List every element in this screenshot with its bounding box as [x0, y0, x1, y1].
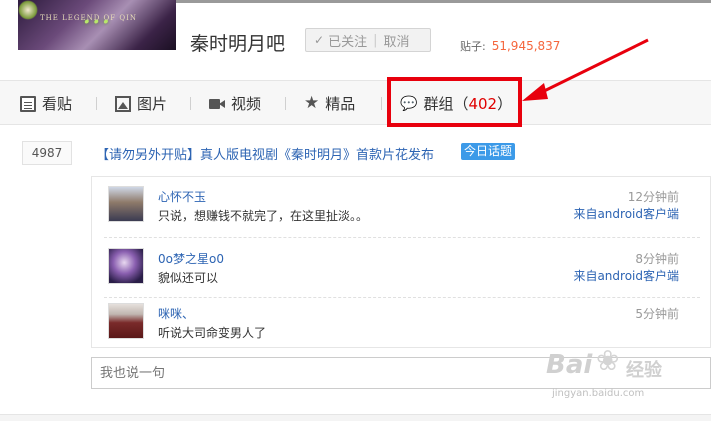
avatar[interactable] — [108, 186, 144, 222]
comment-time: 5分钟前 — [635, 307, 679, 321]
comment-time: 8分钟前 — [635, 252, 679, 266]
tab-featured[interactable]: ★ 精品 — [304, 93, 355, 114]
comment-text: 听说大司命变男人了 — [158, 326, 267, 340]
tab-featured-label: 精品 — [325, 95, 356, 113]
comment-source-link[interactable]: 来自android客户端 — [573, 267, 679, 284]
baidu-jingyan-watermark: Bai ❀ 经验 jingyan.baidu.com — [546, 344, 686, 410]
watermark-logo-tail: 经验 — [626, 360, 662, 381]
comment-username[interactable]: 咪咪、 — [158, 305, 194, 322]
banner-logo-subtitle: THE LEGEND OF QIN — [40, 14, 137, 22]
comment-username[interactable]: 0o梦之星o0 — [158, 250, 224, 267]
thread-title-link[interactable]: 【请勿另外开贴】真人版电视剧《秦时明月》首款片花发布 — [96, 144, 434, 163]
check-icon: ✓ — [314, 33, 325, 47]
forum-banner-image: ... THE LEGEND OF QIN — [18, 0, 176, 50]
tab-images-label: 图片 — [137, 95, 168, 113]
comment-username[interactable]: 心怀不玉 — [158, 188, 206, 205]
flower-decoration — [18, 0, 38, 20]
comment-source-link[interactable]: 来自android客户端 — [573, 205, 679, 222]
tab-videos-label: 视频 — [231, 95, 262, 113]
annotation-highlight-box — [387, 77, 522, 127]
comment-text: 貌似还可以 — [158, 271, 219, 285]
thread-row: 4987 【请勿另外开贴】真人版电视剧《秦时明月》首款片花发布 今日话题 — [0, 138, 711, 168]
nav-divider — [381, 97, 382, 110]
follow-toggle-button[interactable]: ✓ 已关注 | 取消 — [305, 28, 431, 52]
document-icon — [20, 95, 36, 112]
today-topic-badge: 今日话题 — [461, 143, 516, 160]
nav-divider — [190, 97, 191, 110]
comment-time: 12分钟前 — [627, 190, 679, 204]
annotation-arrow — [522, 38, 649, 101]
comment-item: 0o梦之星o0 貌似还可以 8分钟前 来自android客户端 — [92, 239, 711, 297]
avatar[interactable] — [108, 303, 144, 339]
tab-posts[interactable]: 看贴 — [20, 93, 72, 114]
tab-videos[interactable]: 视频 — [209, 93, 261, 114]
star-icon: ★ — [304, 93, 320, 113]
follow-separator: | — [373, 32, 378, 48]
tab-posts-label: 看贴 — [42, 95, 73, 113]
comments-panel: 心怀不玉 只说，想赚钱不就完了，在这里扯淡。。 12分钟前 来自android客… — [91, 176, 711, 348]
image-icon — [115, 95, 131, 112]
nav-divider — [96, 97, 97, 110]
tab-images[interactable]: 图片 — [115, 93, 167, 114]
post-count-label: 贴子: — [460, 40, 486, 53]
comment-text: 只说，想赚钱不就完了，在这里扯淡。。 — [158, 209, 369, 223]
footer-divider — [0, 414, 711, 421]
paw-icon: ❀ — [596, 344, 620, 377]
followed-label: 已关注 — [328, 34, 368, 50]
unfollow-link[interactable]: 取消 — [383, 31, 409, 50]
reply-count-badge: 4987 — [22, 141, 72, 165]
watermark-url: jingyan.baidu.com — [552, 388, 645, 399]
comment-item: 心怀不玉 只说，想赚钱不就完了，在这里扯淡。。 12分钟前 来自android客… — [92, 177, 711, 235]
watermark-logo: Bai — [546, 350, 593, 380]
forum-name[interactable]: 秦时明月吧 — [190, 29, 285, 56]
comment-divider — [104, 237, 700, 238]
top-divider-strip — [176, 0, 711, 3]
video-icon — [209, 96, 225, 112]
nav-divider — [285, 97, 286, 110]
avatar[interactable] — [108, 248, 144, 284]
